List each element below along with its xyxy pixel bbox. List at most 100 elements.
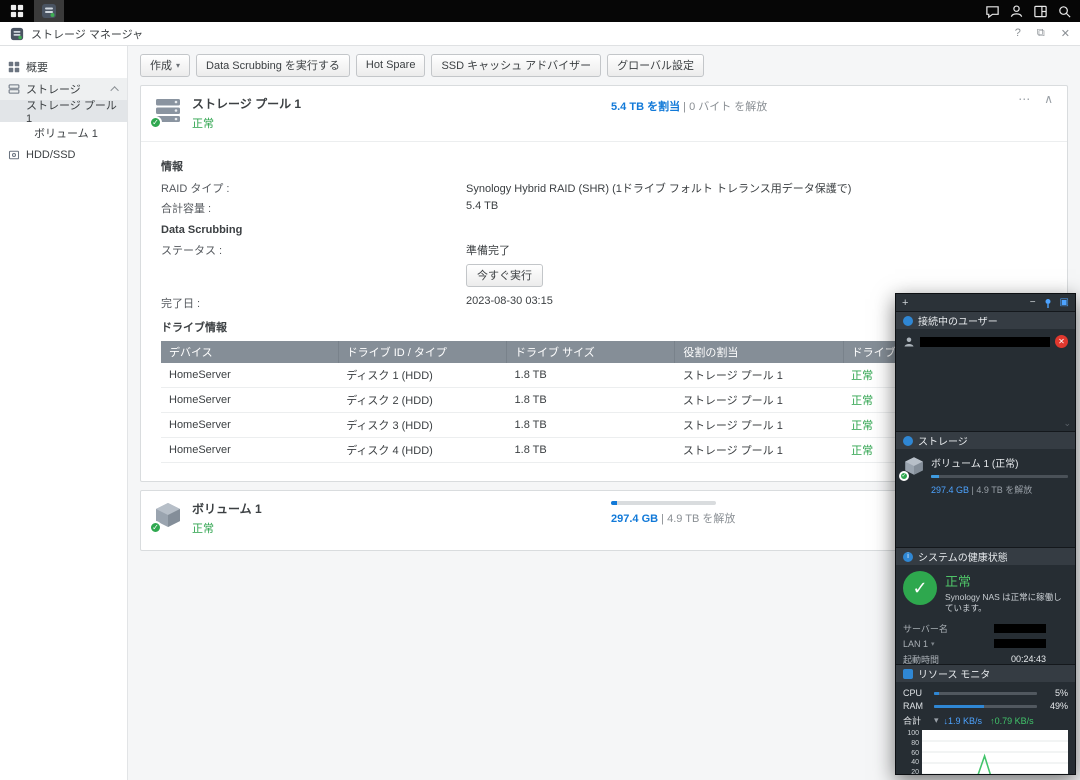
health-status: 正常 <box>945 571 1068 590</box>
volume-usage-bar <box>611 501 716 505</box>
finished-date-value: 2023-08-30 03:15 <box>466 295 553 311</box>
widget-volume-used: 297.4 GB <box>931 485 969 495</box>
user-icon <box>1009 4 1024 19</box>
help-button[interactable]: ? <box>1015 27 1021 40</box>
healthy-check-icon: ✓ <box>899 471 909 481</box>
add-widget-button[interactable]: + <box>902 297 908 309</box>
minimize-widgets-button[interactable]: − <box>1030 298 1036 308</box>
window-title: ストレージ マネージャ <box>31 26 143 42</box>
ram-usage-bar <box>934 705 1037 708</box>
run-now-button[interactable]: 今すぐ実行 <box>466 264 543 287</box>
caret-down-icon[interactable]: ▾ <box>934 715 939 726</box>
storage-pool-status: 正常 <box>192 115 301 131</box>
col-device: デバイス <box>161 341 338 363</box>
storage-pool-allocation: 5.4 TB を割当 | 0 バイト を解放 <box>611 98 767 114</box>
scroll-down-icon: ⌄ <box>1063 418 1071 429</box>
allocated-size: 5.4 TB を割当 <box>611 101 680 113</box>
notifications-button[interactable] <box>980 0 1004 22</box>
chevron-up-icon <box>110 86 118 94</box>
sidebar-item-overview[interactable]: 概要 <box>0 56 127 78</box>
close-button[interactable]: ✕ <box>1061 27 1070 40</box>
section-heading-scrubbing: Data Scrubbing <box>161 224 1047 236</box>
storage-manager-icon <box>10 27 24 41</box>
ssd-cache-advisor-button[interactable]: SSD キャッシュ アドバイザー <box>431 54 601 77</box>
sidebar-item-label: ストレージ <box>26 81 81 97</box>
storage-widget: ストレージ ✓ ボリューム 1 (正常) <box>896 431 1075 547</box>
scrubbing-status-value: 準備完了 <box>466 242 510 258</box>
cpu-value: 5% <box>1042 688 1068 698</box>
health-widget-title: システムの健康状態 <box>918 549 1008 564</box>
caret-down-icon: ▾ <box>176 61 180 70</box>
scrubbing-status-label: ステータス : <box>161 242 466 258</box>
widgets-toggle-button[interactable] <box>1028 0 1052 22</box>
taskbar-storage-manager-tab[interactable] <box>34 0 64 22</box>
volume-used: 297.4 GB <box>611 513 658 525</box>
popout-button[interactable]: ⧉ <box>1037 27 1045 40</box>
resource-widget-title: リソース モニタ <box>918 666 990 681</box>
widget-volume-label: ボリューム 1 (正常) <box>931 455 1068 470</box>
volume-free: 4.9 TB を解放 <box>667 513 735 525</box>
resource-widget-icon <box>903 669 913 679</box>
collapse-panel-button[interactable]: ∧ <box>1044 92 1053 106</box>
global-settings-button[interactable]: グローバル設定 <box>607 54 704 77</box>
disconnect-user-button[interactable]: ✕ <box>1055 335 1068 348</box>
redacted-username <box>920 337 1050 347</box>
sidebar-item-storage-pool-1[interactable]: ストレージ プール 1 <box>0 100 127 122</box>
total-capacity-label: 合計容量 : <box>161 200 466 216</box>
storage-widget-title: ストレージ <box>918 433 968 448</box>
col-role: 役割の割当 <box>675 341 843 363</box>
users-widget-title: 接続中のユーザー <box>918 313 998 328</box>
account-button[interactable] <box>1004 0 1028 22</box>
sidebar-item-hdd-ssd[interactable]: HDD/SSD <box>0 144 127 166</box>
download-speed: 1.9 KB/s <box>948 716 982 726</box>
uptime-row: 起動時間 00:24:43 <box>903 653 1068 664</box>
released-size: 0 バイト を解放 <box>689 101 767 113</box>
health-check-icon: ✓ <box>903 571 937 605</box>
run-data-scrubbing-button[interactable]: Data Scrubbing を実行する <box>196 54 350 77</box>
health-message: Synology NAS は正常に稼働しています。 <box>945 592 1068 615</box>
storage-pool-header: ✓ ストレージ プール 1 正常 5.4 TB を割当 | 0 バイト を解放 … <box>141 86 1067 142</box>
search-icon <box>1057 4 1072 19</box>
dock-widgets-button[interactable]: ▣ <box>1060 298 1069 308</box>
more-actions-button[interactable]: ⋯ <box>1018 92 1030 106</box>
toolbar: 作成 ▾ Data Scrubbing を実行する Hot Spare SSD … <box>128 46 1080 81</box>
caret-down-icon[interactable]: ▾ <box>931 640 935 648</box>
sidebar-item-label: 概要 <box>26 59 48 75</box>
volume-icon: ✓ <box>153 500 183 530</box>
section-heading-info: 情報 <box>161 158 1047 174</box>
resource-monitor-widget: リソース モニタ CPU 5% RAM 49% 合計 ▾ ↓1.9 KB <box>896 664 1075 774</box>
network-row: 合計 ▾ ↓1.9 KB/s ↑0.79 KB/s <box>903 714 1068 727</box>
uptime-value: 00:24:43 <box>1011 654 1046 664</box>
chart-y-axis: 100 80 60 40 20 0 <box>903 730 919 774</box>
sidebar-item-label: ボリューム 1 <box>34 125 98 141</box>
storage-pool-icon: ✓ <box>153 95 183 125</box>
col-drive-id: ドライブ ID / タイプ <box>338 341 506 363</box>
ram-value: 49% <box>1042 701 1068 711</box>
volume-status: 正常 <box>192 520 262 536</box>
hot-spare-button[interactable]: Hot Spare <box>356 54 426 77</box>
user-icon <box>903 336 915 348</box>
lan-row: LAN 1 ▾ <box>903 639 1068 649</box>
widgets-icon <box>1033 4 1048 19</box>
sidebar-item-volume-1[interactable]: ボリューム 1 <box>0 122 127 144</box>
volume-icon: ✓ <box>903 455 925 477</box>
connected-user-row: ✕ <box>903 335 1068 348</box>
main-menu-button[interactable] <box>0 0 34 22</box>
finished-date-label: 完了日 : <box>161 295 466 311</box>
search-button[interactable] <box>1052 0 1076 22</box>
redacted-lan-address <box>994 639 1046 648</box>
cpu-usage-bar <box>934 692 1037 695</box>
healthy-check-icon: ✓ <box>149 521 162 534</box>
taskbar <box>0 0 1080 22</box>
raid-type-value: Synology Hybrid RAID (SHR) (1ドライブ フォルト ト… <box>466 180 851 196</box>
storage-manager-icon <box>41 3 57 19</box>
pin-icon[interactable] <box>1043 298 1053 308</box>
hdd-icon <box>8 149 20 161</box>
redacted-server-name <box>994 624 1046 633</box>
create-button[interactable]: 作成 ▾ <box>140 54 190 77</box>
network-chart: 100 80 60 40 20 0 <box>903 730 1068 774</box>
widgets-panel: + − ▣ 接続中のユーザー ✕ <box>895 293 1076 775</box>
desktop: ストレージ マネージャ ? ⧉ ✕ 概要 ストレージ <box>0 0 1080 780</box>
total-capacity-value: 5.4 TB <box>466 200 498 216</box>
sidebar-item-label: ストレージ プール 1 <box>26 97 119 125</box>
